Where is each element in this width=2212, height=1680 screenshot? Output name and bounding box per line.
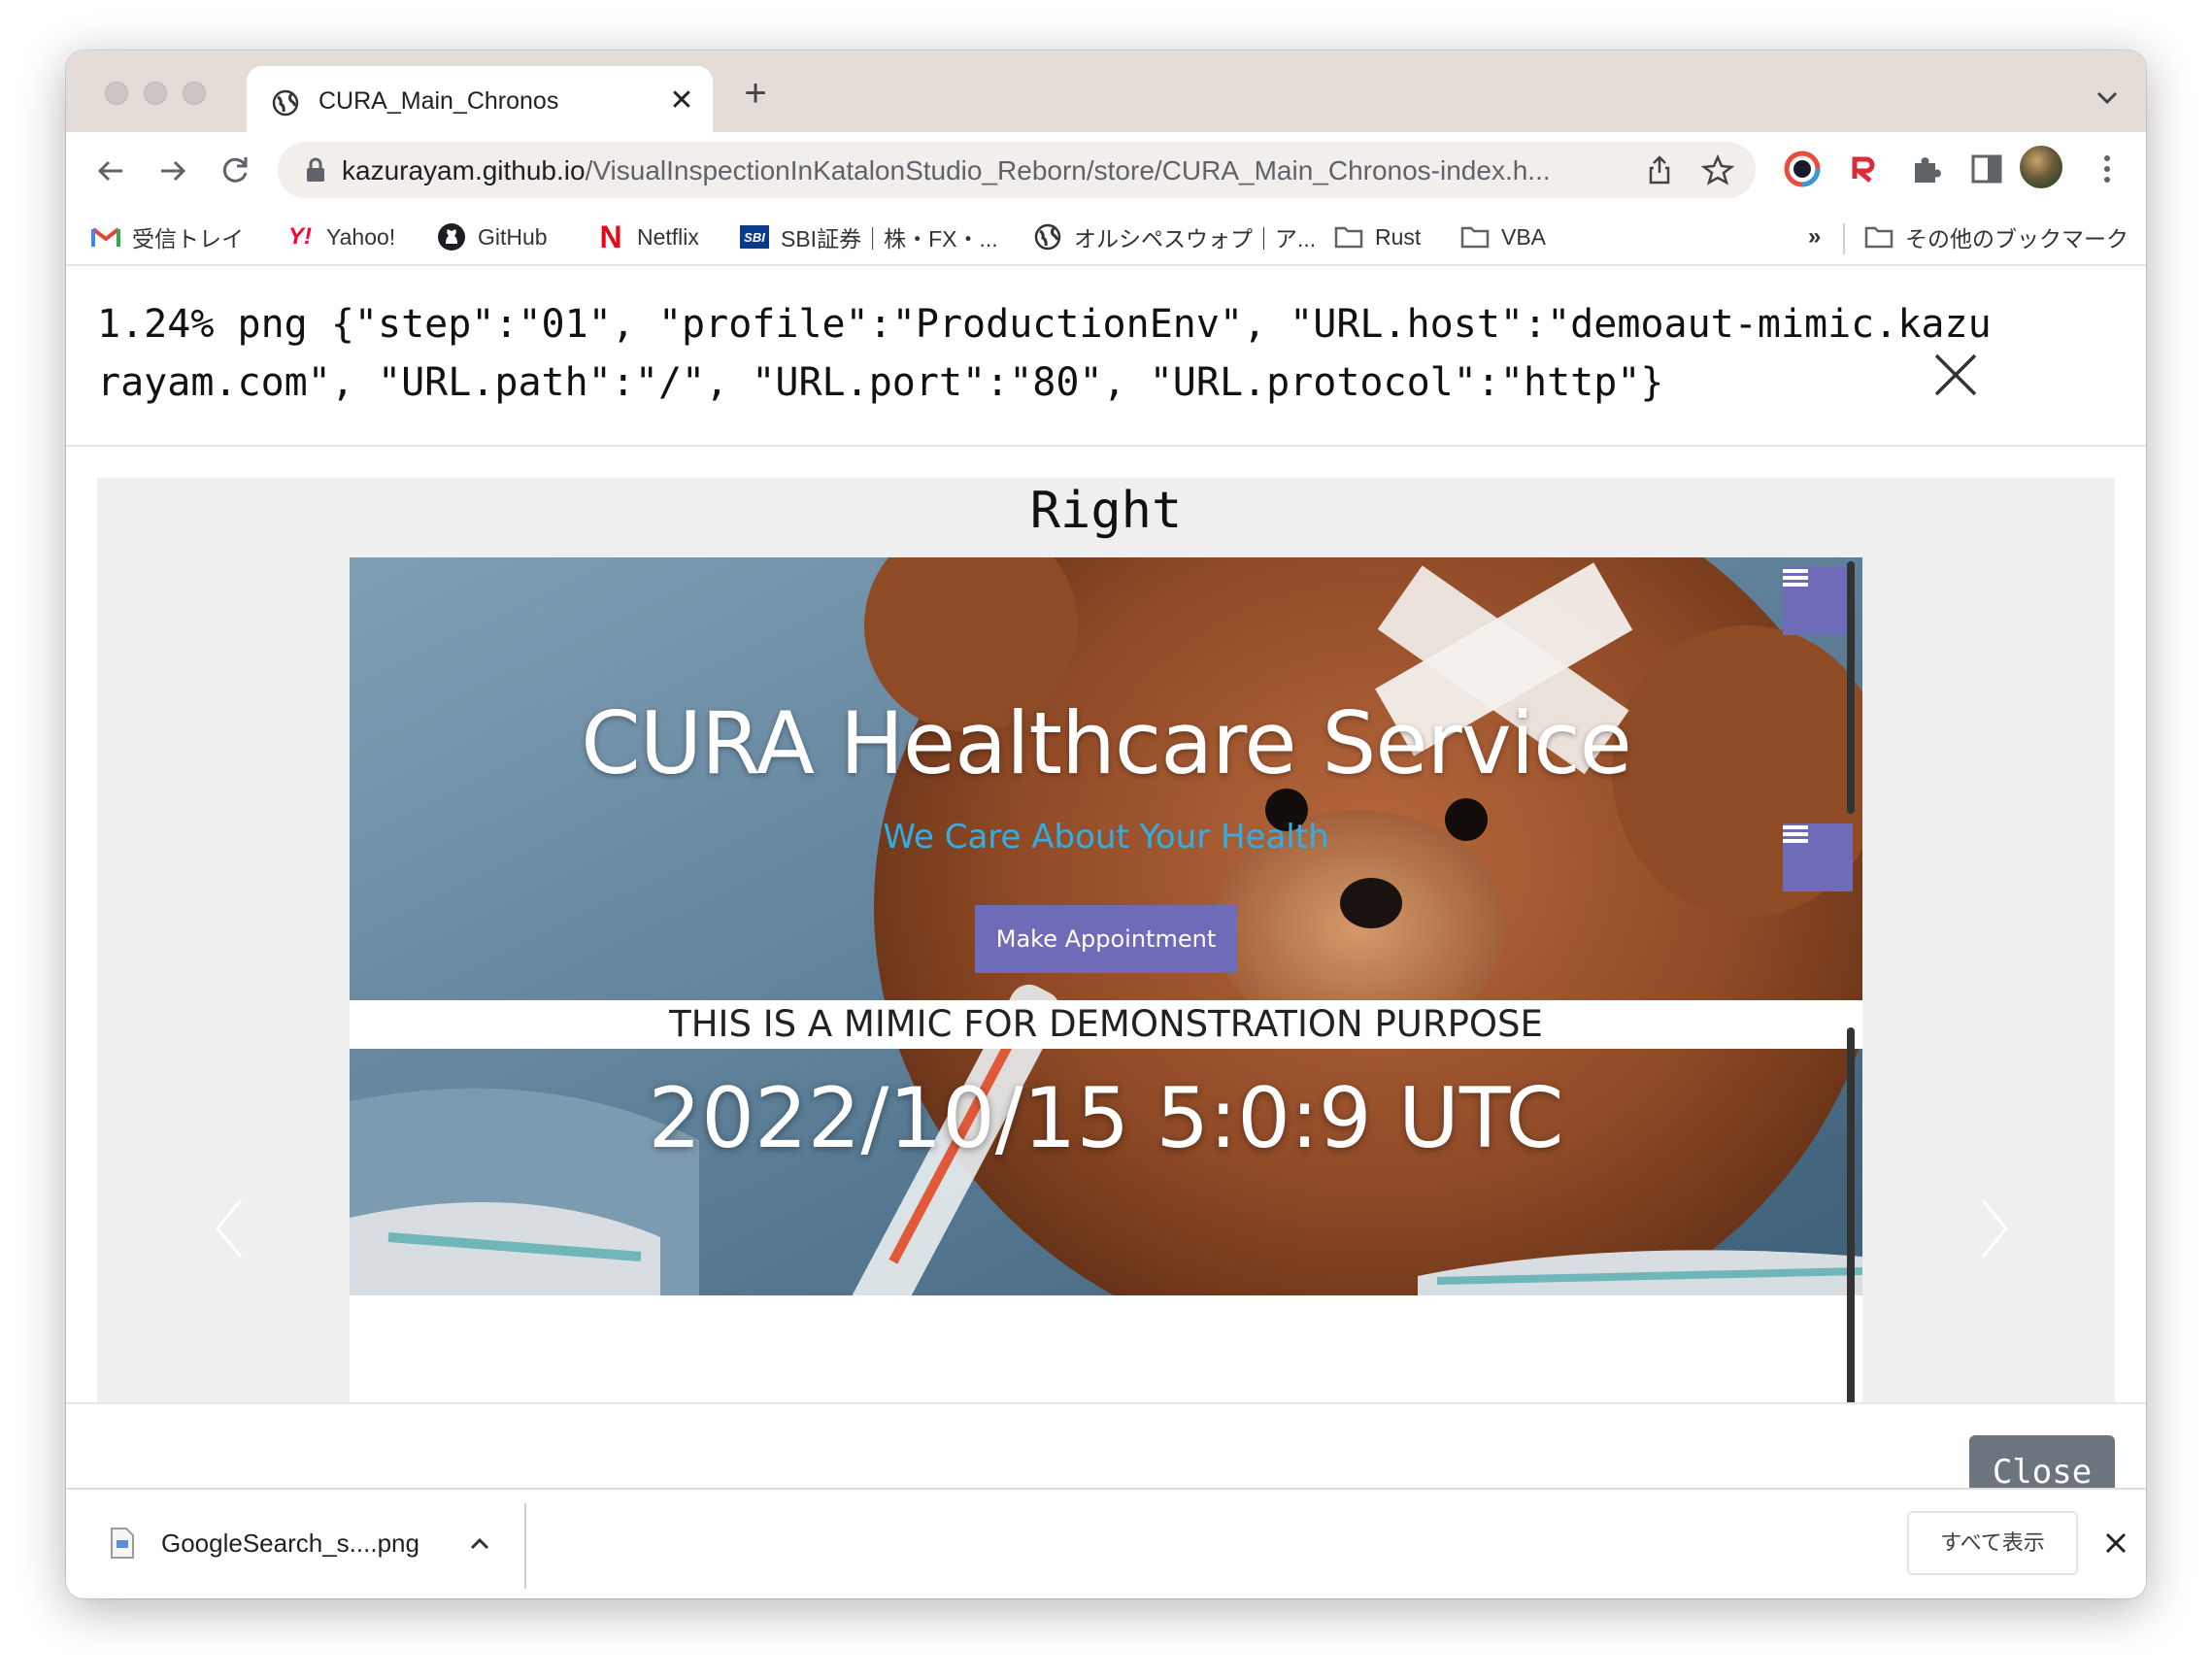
bookmark-label: VBA	[1501, 223, 1547, 250]
other-bookmarks[interactable]: その他のブックマーク	[1864, 218, 2128, 256]
carousel-next-icon[interactable]	[1975, 1194, 2014, 1262]
screenshot-image: CURA Healthcare Service We Care About Yo…	[350, 557, 1862, 1402]
bookmark-sbi[interactable]: SBI SBI証券｜株・FX・...	[740, 218, 998, 256]
carousel-prev-icon[interactable]	[210, 1194, 249, 1262]
folder-icon	[1864, 222, 1894, 252]
hamburger-icon	[1783, 569, 1808, 587]
bookmark-site[interactable]: オルシペスウォプ｜ア...	[1033, 218, 1316, 256]
puzzle-extensions-icon[interactable]	[1907, 150, 1946, 188]
gmail-icon	[91, 222, 120, 252]
redirect-extension-icon[interactable]	[1845, 150, 1884, 188]
share-icon[interactable]	[1643, 153, 1676, 186]
bookmark-star-icon[interactable]	[1701, 153, 1734, 186]
chevron-up-icon[interactable]	[466, 1530, 493, 1558]
back-arrow-icon[interactable]	[91, 151, 130, 190]
bookmark-label: Yahoo!	[326, 223, 396, 250]
close-window-button[interactable]	[105, 82, 128, 105]
bookmark-github[interactable]: GitHub	[437, 218, 548, 256]
bookmarks-bar: 受信トレイ Y! Yahoo! GitHub N Netflix SBI SBI…	[66, 210, 2146, 266]
browser-window: CURA_Main_Chronos ✕ + kazurayam.github.i…	[66, 50, 2146, 1598]
tab-close-icon[interactable]: ✕	[664, 84, 699, 118]
hamburger-icon	[1783, 825, 1808, 843]
bookmark-netflix[interactable]: N Netflix	[596, 218, 699, 256]
modal-title: 1.24% png {"step":"01", "profile":"Produ…	[97, 302, 1992, 405]
lock-icon[interactable]	[305, 157, 326, 183]
hero-title: CURA Healthcare Service	[581, 693, 1631, 793]
sbi-icon: SBI	[740, 225, 769, 249]
address-bar[interactable]: kazurayam.github.io/VisualInspectionInKa…	[278, 142, 1756, 198]
desktop-background: CURA_Main_Chronos ✕ + kazurayam.github.i…	[0, 0, 2212, 1680]
tab-title: CURA_Main_Chronos	[318, 87, 559, 115]
menu-toggle-button[interactable]	[1783, 567, 1853, 635]
bookmark-label: Netflix	[637, 223, 699, 250]
close-shelf-icon[interactable]	[2101, 1529, 2130, 1558]
modal-close-icon[interactable]	[1930, 350, 1981, 400]
tab-cura-main-chronos[interactable]: CURA_Main_Chronos ✕	[247, 66, 713, 132]
bookmark-gmail[interactable]: 受信トレイ	[91, 218, 244, 256]
github-icon	[437, 222, 466, 252]
netflix-icon: N	[599, 218, 622, 254]
more-vertical-icon[interactable]	[2088, 150, 2127, 188]
download-file-name[interactable]: GoogleSearch_s....png	[161, 1529, 419, 1559]
reload-icon[interactable]	[216, 151, 254, 190]
bookmark-yahoo[interactable]: Y! Yahoo!	[285, 218, 395, 256]
zoom-window-button[interactable]	[183, 82, 206, 105]
mimic-banner: THIS IS A MIMIC FOR DEMONSTRATION PURPOS…	[350, 1000, 1862, 1049]
profile-avatar[interactable]	[2020, 146, 2062, 188]
color-picker-extension-icon[interactable]	[1783, 150, 1822, 188]
side-panel-icon[interactable]	[1967, 150, 2006, 188]
carousel-panel: Right CURA Healthcare Service We Care Ab…	[97, 478, 2115, 1402]
folder-icon	[1460, 222, 1490, 252]
folder-icon	[1334, 222, 1363, 252]
bookmark-folder-rust[interactable]: Rust	[1334, 218, 1421, 256]
show-all-downloads-button[interactable]: すべて表示	[1907, 1511, 2078, 1575]
yahoo-icon: Y!	[288, 223, 312, 250]
menu-toggle-button-duplicate[interactable]	[1783, 823, 1853, 891]
url-host: kazurayam.github.io	[342, 155, 586, 185]
tab-strip: CURA_Main_Chronos ✕ +	[66, 50, 2146, 132]
other-bookmarks-label: その他のブックマーク	[1905, 226, 2128, 252]
bookmarks-overflow-button[interactable]: »	[1808, 218, 1821, 256]
minimize-window-button[interactable]	[144, 82, 167, 105]
shelf-divider	[524, 1503, 526, 1589]
bookmark-label: オルシペスウォプ｜ア...	[1074, 226, 1317, 252]
globe-icon	[1033, 222, 1062, 252]
hero-subtitle: We Care About Your Health	[883, 818, 1329, 857]
modal-body: Right CURA Healthcare Service We Care Ab…	[66, 447, 2146, 1402]
download-shelf: GoogleSearch_s....png すべて表示	[66, 1488, 2146, 1598]
bookmark-label: Rust	[1375, 223, 1422, 250]
new-tab-button[interactable]: +	[736, 74, 775, 115]
bookmark-label: 受信トレイ	[132, 226, 244, 252]
make-appointment-button[interactable]: Make Appointment	[975, 905, 1237, 973]
hero-image: CURA Healthcare Service We Care About Yo…	[350, 557, 1862, 1295]
bookmark-label: GitHub	[478, 223, 548, 250]
timestamp: 2022/10/15 5:0:9 UTC	[648, 1070, 1564, 1167]
globe-icon	[272, 89, 299, 117]
forward-arrow-icon[interactable]	[153, 151, 192, 190]
bookmarks-divider	[1843, 223, 1845, 254]
tab-search-chevron-icon[interactable]	[2090, 80, 2125, 115]
url-text[interactable]: kazurayam.github.io/VisualInspectionInKa…	[342, 155, 1594, 186]
bookmark-folder-vba[interactable]: VBA	[1460, 218, 1546, 256]
scrollbar-thumb[interactable]	[1847, 1027, 1855, 1402]
scrollbar-thumb[interactable]	[1847, 561, 1855, 814]
bookmark-label: SBI証券｜株・FX・...	[781, 226, 998, 252]
modal-header: 1.24% png {"step":"01", "profile":"Produ…	[66, 266, 2146, 447]
url-path: /VisualInspectionInKatalonStudio_Reborn/…	[585, 155, 1551, 185]
carousel-caption: Right	[1029, 482, 1183, 540]
toolbar: kazurayam.github.io/VisualInspectionInKa…	[66, 132, 2146, 210]
file-icon	[111, 1528, 134, 1559]
